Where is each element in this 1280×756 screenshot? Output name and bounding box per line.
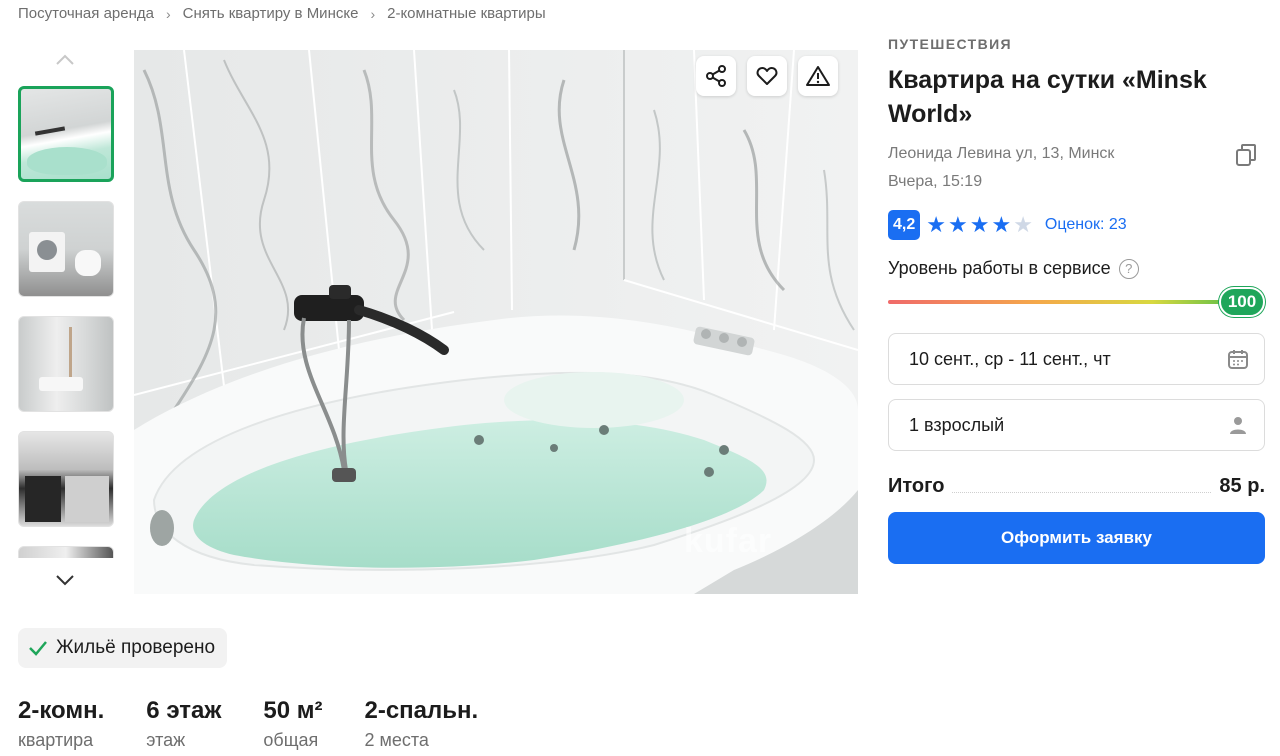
dates-field[interactable]: 10 сент., ср - 11 сент., чт (888, 333, 1265, 385)
thumbnail-washer-toilet[interactable] (18, 201, 114, 297)
star-icon: ★ (969, 212, 990, 237)
spec-value: 2-спальн. (364, 697, 479, 724)
report-button[interactable] (798, 56, 838, 96)
verified-badge: Жильё проверено (18, 628, 228, 668)
star-icon: ★ (947, 212, 968, 237)
spec-label: квартира (18, 730, 94, 750)
spec-label: 2 места (364, 730, 429, 750)
chevron-down-icon (56, 575, 74, 586)
rating-badge: 4,2 (888, 210, 921, 240)
spec-area: 50 м² общая (263, 696, 322, 754)
thumbnails-down-button[interactable] (52, 570, 78, 590)
rating-stars: ★ ★ ★ ★ ★ (926, 214, 1033, 236)
breadcrumb-link-rent-minsk[interactable]: Снять квартиру в Минске (183, 5, 359, 22)
breadcrumb-separator: › (165, 5, 171, 22)
listing-address: Леонида Левина ул, 13, Минск (888, 145, 1115, 162)
listing-title: Квартира на сутки «Minsk World» (888, 66, 1207, 128)
service-level-track (888, 300, 1265, 304)
favorite-button[interactable] (747, 56, 787, 96)
star-icon: ★ (1013, 212, 1033, 237)
listing-panel: ПУТЕШЕСТВИЯ Квартира на сутки «Minsk Wor… (888, 36, 1265, 564)
star-icon: ★ (991, 212, 1012, 237)
thumbnail-kitchen[interactable] (18, 431, 114, 527)
listing-category: ПУТЕШЕСТВИЯ (888, 36, 1013, 52)
spec-beds: 2-спальн. 2 места (364, 696, 478, 754)
thumbnail-partial[interactable] (18, 546, 114, 558)
total-divider (952, 492, 1212, 493)
address-block: Леонида Левина ул, 13, Минск Вчера, 15:1… (888, 140, 1265, 196)
calendar-icon (1228, 350, 1248, 369)
thumbnail-bathroom-sink[interactable] (18, 316, 114, 412)
thumbnail-list (18, 86, 114, 558)
spec-label: этаж (146, 730, 186, 750)
listing-date: Вчера, 15:19 (888, 173, 983, 190)
bathtub-photo (134, 50, 858, 594)
share-icon (706, 65, 726, 87)
total-row: Итого 85 р. (888, 475, 1265, 498)
guests-field[interactable]: 1 взрослый (888, 399, 1265, 451)
heart-icon (756, 67, 778, 85)
breadcrumb-link-daily-rent[interactable]: Посуточная аренда (18, 5, 154, 22)
breadcrumb-separator: › (370, 5, 376, 22)
total-label: Итого (888, 475, 945, 497)
main-photo[interactable]: kufar (134, 50, 858, 594)
spec-rooms: 2-комн. квартира (18, 696, 104, 754)
person-icon (1230, 417, 1246, 434)
spec-floor: 6 этаж этаж (146, 696, 221, 754)
service-level-value: 100 (1219, 287, 1265, 317)
copy-address-button[interactable] (1233, 142, 1259, 168)
total-price: 85 р. (1219, 475, 1265, 497)
rating-row: 4,2 ★ ★ ★ ★ ★ Оценок: 23 (888, 210, 1265, 240)
service-level-label: Уровень работы в сервисе (888, 258, 1111, 278)
copy-icon (1236, 144, 1256, 166)
chevron-up-icon (56, 54, 74, 65)
service-level: Уровень работы в сервисе ? (888, 258, 1265, 279)
thumbnails-up-button[interactable] (52, 50, 78, 70)
star-icon: ★ (926, 212, 946, 237)
check-icon (29, 641, 47, 656)
property-specs: 2-комн. квартира 6 этаж этаж 50 м² общая… (18, 696, 520, 754)
spec-value: 6 этаж (146, 697, 222, 724)
verified-label: Жильё проверено (56, 637, 216, 658)
guests-value: 1 взрослый (909, 414, 1005, 435)
photo-actions (696, 56, 838, 96)
breadcrumb: Посуточная аренда › Снять квартиру в Мин… (18, 5, 546, 22)
help-icon[interactable]: ? (1118, 258, 1139, 279)
thumbnail-bathtub[interactable] (18, 86, 114, 182)
spec-label: общая (263, 730, 319, 750)
watermark: kufar (684, 522, 773, 560)
service-level-bar: 100 (888, 287, 1265, 317)
submit-request-button[interactable]: Оформить заявку (888, 512, 1265, 564)
breadcrumb-link-2-rooms[interactable]: 2-комнатные квартиры (387, 5, 546, 22)
spec-value: 2-комн. (18, 697, 105, 724)
spec-value: 50 м² (263, 697, 323, 724)
share-button[interactable] (696, 56, 736, 96)
warning-icon (806, 66, 830, 86)
dates-value: 10 сент., ср - 11 сент., чт (909, 348, 1111, 369)
reviews-link[interactable]: Оценок: 23 (1045, 216, 1127, 234)
